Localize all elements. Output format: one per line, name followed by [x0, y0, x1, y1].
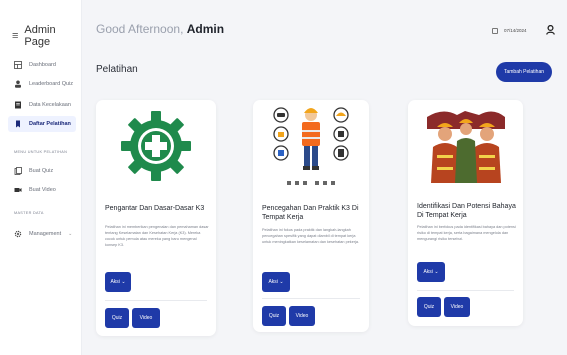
video-icon	[14, 186, 22, 194]
divider	[105, 300, 207, 301]
card-image	[408, 100, 523, 192]
greeting-user: Admin	[186, 22, 225, 36]
sidebar-item-label: Management	[29, 231, 62, 237]
video-button[interactable]: Video	[289, 306, 315, 326]
action-label: Aksi	[110, 279, 120, 285]
chevron-down-icon: ⌄	[279, 279, 284, 285]
card-image	[253, 100, 369, 192]
card-title: Pengantar Dan Dasar-Dasar K3	[105, 205, 205, 212]
safety-gear-cross-icon	[121, 111, 191, 181]
quiz-button[interactable]: Quiz	[105, 308, 129, 328]
quiz-button[interactable]: Quiz	[417, 297, 441, 317]
add-training-button[interactable]: Tambah Pelatihan	[496, 62, 552, 82]
greeting: Good Afternoon, Admin	[96, 22, 224, 36]
calendar-icon	[492, 27, 498, 34]
section-label-master-data: MASTER DATA	[14, 211, 44, 215]
action-dropdown-button[interactable]: Aksi ⌄	[105, 272, 131, 292]
app-root: ≡ Admin Page Dashboard Leaderboard Quiz …	[0, 0, 567, 355]
chevron-down-icon: ⌄	[121, 279, 126, 285]
video-button[interactable]: Video	[444, 297, 470, 317]
action-dropdown-button[interactable]: Aksi ⌄	[417, 262, 445, 282]
sidebar-item-management[interactable]: Management ⌄	[14, 226, 72, 242]
user-profile-icon[interactable]	[546, 25, 555, 35]
greeting-text: Good Afternoon,	[96, 22, 184, 36]
page-title: Pelatihan	[96, 64, 138, 75]
sidebar-item-label: Data Kecelakaan	[29, 102, 71, 108]
sidebar-item-daftar-pelatihan[interactable]: Daftar Pelatihan	[8, 116, 76, 132]
workers-illustration-icon	[426, 111, 505, 183]
gear-icon	[14, 230, 22, 238]
sidebar-item-label: Leaderboard Quiz	[29, 81, 74, 87]
sidebar-item-label: Buat Video	[29, 187, 56, 193]
sidebar: ≡ Admin Page Dashboard Leaderboard Quiz …	[0, 0, 82, 355]
document-icon	[14, 101, 22, 109]
chevron-down-icon: ⌄	[68, 231, 73, 237]
card-description: Pelatihan ini memberikan pengenalan dan …	[105, 225, 209, 247]
training-card: Identifikasi Dan Potensi Bahaya Di Tempa…	[408, 100, 523, 326]
brand: ≡ Admin Page	[12, 24, 81, 48]
hamburger-menu-icon[interactable]: ≡	[12, 30, 18, 42]
sidebar-item-buat-video[interactable]: Buat Video	[14, 182, 56, 198]
training-card: Pengantar Dan Dasar-Dasar K3 Pelatihan i…	[96, 100, 216, 336]
date-picker[interactable]: 07/14/2024	[488, 24, 531, 37]
training-icon	[14, 120, 22, 128]
section-label-training: MENU UNTUK PELATIHAN	[14, 150, 68, 154]
card-image	[96, 100, 216, 192]
ppe-infographic-icon	[273, 107, 349, 185]
sidebar-item-label: Dashboard	[29, 62, 56, 68]
action-label: Aksi	[268, 279, 278, 285]
sidebar-item-label: Buat Quiz	[29, 168, 54, 174]
video-button[interactable]: Video	[132, 308, 160, 328]
sidebar-item-dashboard[interactable]: Dashboard	[14, 57, 56, 73]
leaderboard-icon	[14, 80, 22, 88]
card-description: Pelatihan ini berfokus pada identifikasi…	[417, 225, 516, 241]
card-title: Pencegahan Dan Praktik K3 Di Tempat Kerj…	[262, 205, 359, 221]
sidebar-item-leaderboard-quiz[interactable]: Leaderboard Quiz	[14, 76, 73, 92]
action-dropdown-button[interactable]: Aksi ⌄	[262, 272, 290, 292]
training-card: Pencegahan Dan Praktik K3 Di Tempat Kerj…	[253, 100, 369, 332]
chevron-down-icon: ⌄	[434, 269, 439, 275]
sidebar-item-data-kecelakaan[interactable]: Data Kecelakaan	[14, 97, 71, 113]
divider	[262, 298, 360, 299]
divider	[417, 290, 514, 291]
action-label: Aksi	[423, 269, 433, 275]
brand-title: Admin Page	[24, 24, 56, 48]
date-value: 07/14/2024	[504, 28, 527, 33]
sidebar-item-label: Daftar Pelatihan	[29, 121, 71, 127]
card-title: Identifikasi Dan Potensi Bahaya Di Tempa…	[417, 203, 516, 219]
quiz-button[interactable]: Quiz	[262, 306, 286, 326]
sidebar-item-buat-quiz[interactable]: Buat Quiz	[14, 163, 53, 179]
dashboard-icon	[14, 61, 22, 69]
quiz-icon	[14, 167, 22, 175]
card-description: Pelatihan ini fokus pada praktik dan lan…	[262, 228, 360, 244]
